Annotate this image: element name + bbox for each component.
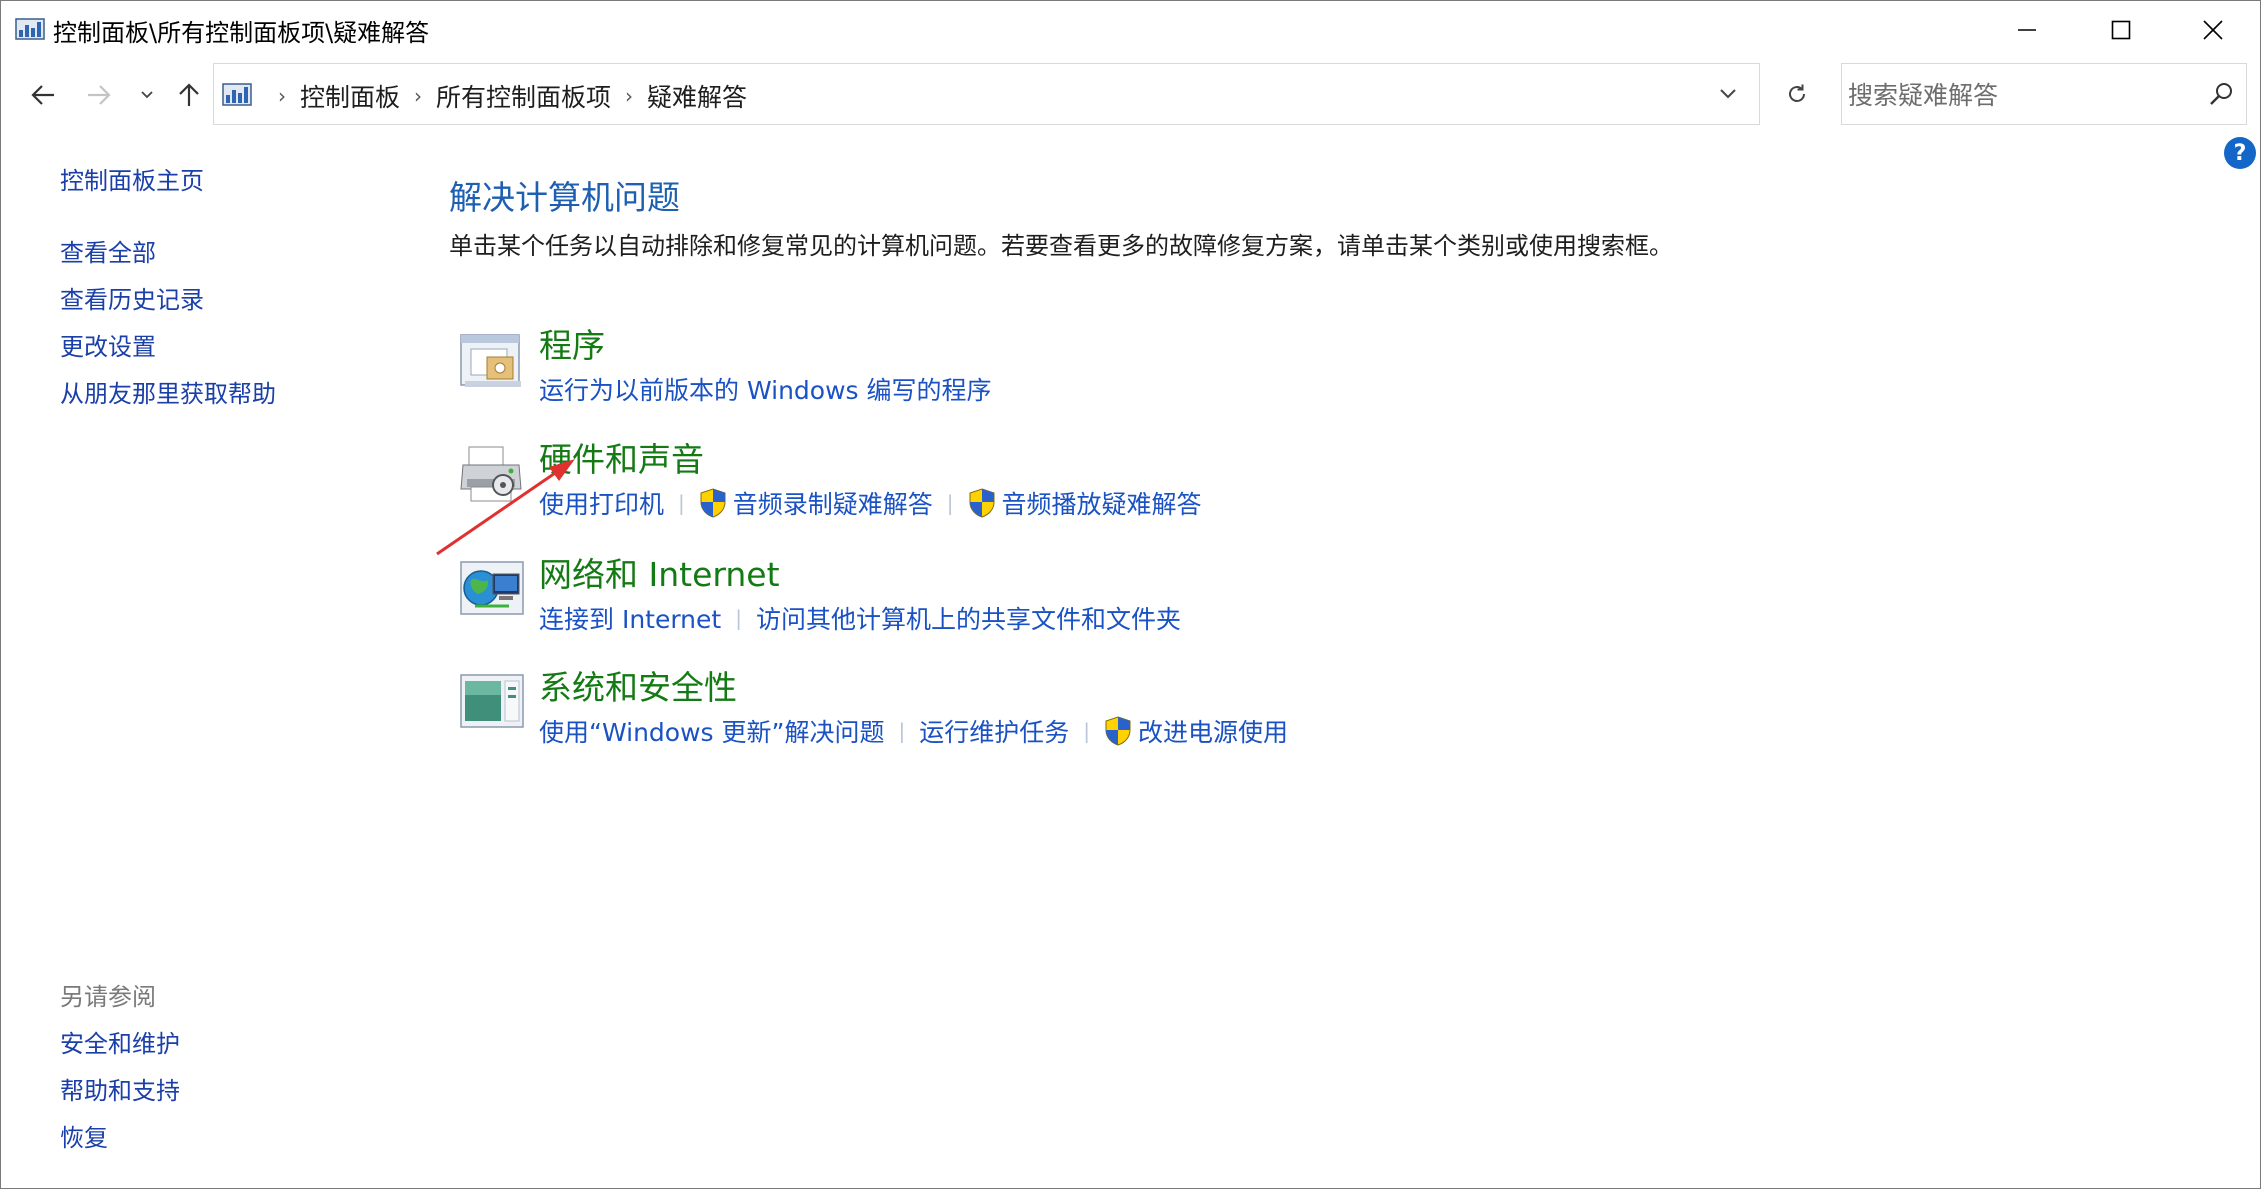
forward-arrow-icon: [88, 85, 111, 105]
breadcrumb-separator-icon[interactable]: ›: [278, 84, 286, 108]
sidebar-item-history[interactable]: 查看历史记录: [60, 280, 204, 315]
breadcrumb-troubleshooting[interactable]: 疑难解答: [647, 78, 747, 114]
link-connect-internet[interactable]: 连接到 Internet: [539, 600, 721, 636]
title-bar: 控制面板\所有控制面板项\疑难解答: [1, 1, 2260, 59]
see-also-heading: 另请参阅: [60, 983, 156, 1011]
breadcrumb-control-panel[interactable]: 控制面板: [300, 78, 400, 114]
chevron-down-icon: [141, 91, 153, 99]
search-input[interactable]: [1846, 74, 2190, 116]
link-divider: |: [898, 719, 906, 743]
recent-locations-button[interactable]: [127, 75, 167, 115]
link-run-older-programs[interactable]: 运行为以前版本的 Windows 编写的程序: [539, 371, 992, 407]
page-description: 单击某个任务以自动排除和修复常见的计算机问题。若要查看更多的故障修复方案，请单击…: [449, 232, 1673, 260]
link-audio-recording[interactable]: 音频录制疑难解答: [699, 485, 933, 521]
link-shared-folders-label: 访问其他计算机上的共享文件和文件夹: [755, 605, 1181, 634]
breadcrumb: › 控制面板 › 所有控制面板项 › 疑难解答: [264, 78, 747, 114]
control-panel-icon: [222, 83, 252, 106]
up-arrow-icon: [179, 83, 199, 106]
search-box[interactable]: [1841, 63, 2247, 125]
close-icon: [2203, 20, 2223, 40]
annotation-arrow-icon: [436, 459, 575, 556]
refresh-icon: [1789, 84, 1805, 102]
forward-button[interactable]: [79, 75, 119, 115]
link-run-older-programs-label: 运行为以前版本的 Windows 编写的程序: [539, 376, 992, 405]
troubleshooting-window: 控制面板\所有控制面板项\疑难解答 › 控制面板 › 所有控制面板项 › 疑难解…: [0, 0, 2261, 1189]
sidebar-item-friend-help[interactable]: 从朋友那里获取帮助: [60, 374, 276, 409]
link-power-usage[interactable]: 改进电源使用: [1104, 713, 1288, 749]
see-also-security[interactable]: 安全和维护: [60, 1024, 180, 1059]
chevron-down-icon: [1720, 89, 1736, 99]
category-system-security-title[interactable]: 系统和安全性: [539, 661, 737, 709]
category-hardware-sound-title[interactable]: 硬件和声音: [539, 433, 704, 481]
search-icon[interactable]: [2208, 80, 2236, 108]
help-button[interactable]: ?: [2224, 137, 2256, 169]
link-maintenance-tasks[interactable]: 运行维护任务: [919, 713, 1069, 749]
link-use-printer-label: 使用打印机: [539, 490, 665, 519]
breadcrumb-all-items[interactable]: 所有控制面板项: [436, 78, 611, 114]
see-also-help-support[interactable]: 帮助和支持: [60, 1071, 180, 1106]
link-divider: |: [735, 606, 742, 630]
link-audio-recording-label: 音频录制疑难解答: [732, 490, 933, 519]
see-also-recovery[interactable]: 恢复: [60, 1118, 108, 1153]
sidebar-item-settings[interactable]: 更改设置: [60, 327, 156, 362]
address-row: › 控制面板 › 所有控制面板项 › 疑难解答: [1, 63, 2260, 127]
printer-hardware-icon[interactable]: [459, 443, 525, 505]
back-button[interactable]: [23, 75, 63, 115]
breadcrumb-separator-icon[interactable]: ›: [625, 84, 633, 108]
link-audio-playback-label: 音频播放疑难解答: [1001, 490, 1202, 519]
address-bar[interactable]: › 控制面板 › 所有控制面板项 › 疑难解答: [213, 63, 1760, 125]
link-audio-playback[interactable]: 音频播放疑难解答: [968, 485, 1202, 521]
network-globe-icon[interactable]: [459, 558, 525, 620]
link-divider: |: [1083, 719, 1090, 743]
system-security-icon[interactable]: [459, 671, 525, 733]
breadcrumb-separator-icon[interactable]: ›: [414, 84, 422, 108]
uac-shield-icon: [969, 488, 995, 518]
sidebar-item-home[interactable]: 控制面板主页: [60, 161, 204, 196]
category-network-internet-title[interactable]: 网络和 Internet: [539, 548, 780, 596]
link-shared-folders[interactable]: 访问其他计算机上的共享文件和文件夹: [756, 600, 1181, 636]
maximize-icon: [2111, 20, 2131, 40]
link-power-usage-label: 改进电源使用: [1137, 718, 1288, 747]
minimize-icon: [2018, 29, 2036, 31]
programs-icon[interactable]: [459, 329, 525, 391]
back-arrow-icon: [31, 85, 54, 105]
uac-shield-icon: [1105, 716, 1131, 746]
close-button[interactable]: [2167, 1, 2259, 59]
up-button[interactable]: [169, 75, 209, 115]
window-title: 控制面板\所有控制面板项\疑难解答: [53, 19, 430, 47]
link-use-printer[interactable]: 使用打印机: [539, 485, 664, 521]
link-connect-internet-label: 连接到 Internet: [539, 605, 722, 634]
link-maintenance-tasks-label: 运行维护任务: [919, 718, 1070, 747]
link-divider: |: [946, 491, 954, 515]
address-history-dropdown[interactable]: [1697, 64, 1759, 124]
sidebar-item-view-all[interactable]: 查看全部: [60, 233, 156, 268]
minimize-button[interactable]: [1981, 1, 2073, 59]
control-panel-icon: [15, 18, 45, 40]
maximize-button[interactable]: [2075, 1, 2167, 59]
link-windows-update[interactable]: 使用“Windows 更新”解决问题: [539, 713, 884, 749]
category-programs-title[interactable]: 程序: [539, 319, 605, 367]
uac-shield-icon: [700, 488, 726, 518]
link-windows-update-label: 使用“Windows 更新”解决问题: [539, 718, 885, 747]
page-title: 解决计算机问题: [449, 178, 680, 217]
link-divider: |: [678, 491, 685, 515]
refresh-button[interactable]: [1766, 63, 1828, 125]
